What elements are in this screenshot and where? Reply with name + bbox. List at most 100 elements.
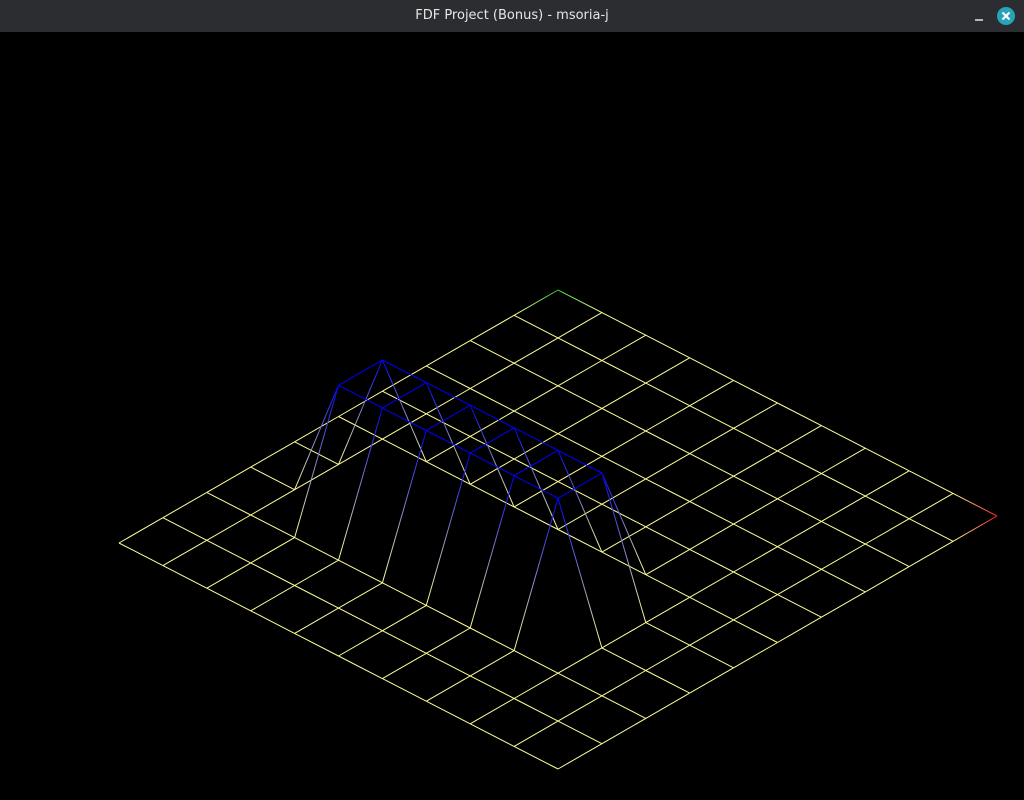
grid-edge-col [250, 514, 295, 539]
grid-edge-col [513, 698, 559, 722]
grid-edge-row [206, 514, 251, 541]
grid-edge-row [338, 630, 383, 657]
grid-edge-row [601, 717, 647, 745]
grid-edge-row [382, 652, 427, 680]
grid-edge-col [294, 632, 339, 657]
grid-edge-row [689, 667, 734, 694]
grid-edge-col [733, 619, 778, 643]
grid-edge-col [426, 652, 471, 677]
grid-edge-row [645, 692, 690, 719]
grid-edge-col [689, 405, 734, 429]
grid-edge-row [777, 425, 822, 452]
grid-edge-row [733, 642, 778, 669]
grid-edge-col [338, 559, 383, 584]
grid-edge-row [426, 340, 471, 367]
grid-edge-col [908, 470, 954, 494]
grid-edge-col [557, 720, 603, 745]
grid-edge-col [382, 359, 427, 384]
grid-edge-row [513, 289, 559, 316]
grid-edge-row [426, 627, 471, 654]
grid-edge-col [426, 700, 471, 725]
grid-edge-row [645, 596, 690, 624]
grid-edge-row [557, 360, 603, 387]
grid-edge-col [382, 630, 427, 654]
grid-edge-col [469, 340, 515, 364]
grid-edge-col [601, 407, 647, 432]
grid-edge-row [821, 495, 866, 522]
grid-edge-col [338, 655, 383, 680]
grid-edge-col [338, 384, 383, 409]
grid-edge-row [426, 435, 471, 463]
grid-edge-col [557, 433, 603, 457]
grid-edge-row [821, 543, 866, 570]
minimize-button[interactable] [968, 5, 990, 27]
grid-edge-row [645, 644, 690, 671]
title-bar: FDF Project (Bonus) - msoria-j [0, 0, 1024, 32]
grid-edge-row [382, 365, 427, 392]
grid-edge-row [338, 582, 383, 609]
grid-edge-row [908, 492, 954, 520]
grid-edge-row [382, 604, 427, 632]
grid-edge-col [601, 647, 647, 671]
grid-edge-row [469, 458, 515, 485]
grid-edge-row [382, 382, 427, 409]
grid-edge-col [865, 447, 910, 472]
grid-edge-col [338, 607, 383, 632]
grid-edge-col [601, 360, 647, 384]
grid-edge-col [118, 542, 164, 567]
render-viewport[interactable] [0, 32, 1024, 800]
grid-edge-col [513, 410, 559, 435]
grid-edge-row [294, 607, 339, 634]
grid-edge-col [206, 587, 251, 612]
grid-edge-row [601, 478, 647, 505]
grid-edge-col [733, 523, 778, 548]
grid-edge-col [557, 449, 603, 474]
grid-edge-col [908, 518, 954, 542]
grid-edge-row [645, 548, 690, 576]
grid-edge-col [689, 357, 734, 381]
grid-edge-col [513, 362, 559, 387]
close-icon [997, 7, 1015, 25]
grid-edge-row [206, 466, 251, 493]
grid-edge-col [250, 562, 295, 586]
grid-edge-row [338, 359, 383, 386]
grid-edge-col [426, 461, 471, 485]
grid-edge-row [557, 503, 603, 530]
grid-edge-row [689, 475, 734, 502]
grid-edge-row [777, 473, 822, 500]
grid-edge-row [250, 585, 295, 612]
grid-edge-row [645, 453, 690, 480]
grid-edge-col [645, 574, 690, 598]
grid-edge-row [645, 501, 690, 528]
grid-edge-row [557, 312, 603, 339]
grid-edge-col [513, 650, 559, 674]
grid-edge-row [381, 430, 427, 583]
grid-edge-row [338, 407, 383, 561]
close-button[interactable] [995, 5, 1017, 27]
grid-edge-row [469, 698, 515, 725]
grid-edge-col [469, 627, 515, 652]
grid-edge-col [689, 596, 734, 621]
grid-edge-col [557, 337, 603, 361]
grid-edge-row [645, 357, 690, 384]
grid-edge-col [645, 382, 690, 407]
grid-edge-col [645, 526, 690, 550]
grid-edge-row [513, 720, 559, 747]
grid-edge-row [425, 452, 471, 606]
grid-edge-row [777, 616, 822, 643]
grid-edge-col [382, 582, 427, 606]
window-title: FDF Project (Bonus) - msoria-j [415, 8, 609, 23]
grid-edge-col [689, 644, 734, 669]
grid-edge-col [426, 382, 471, 406]
grid-edge-row [645, 405, 690, 432]
grid-edge-row [733, 594, 778, 621]
grid-edge-row [865, 518, 910, 545]
grid-edge-row [733, 402, 778, 429]
grid-edge-col [469, 675, 515, 699]
grid-edge-row [294, 463, 339, 491]
grid-edge-row [689, 379, 734, 407]
grid-edge-row [338, 438, 383, 465]
grid-edge-col [645, 430, 690, 455]
grid-edge-row [382, 413, 427, 440]
grid-edge-row [821, 447, 866, 474]
